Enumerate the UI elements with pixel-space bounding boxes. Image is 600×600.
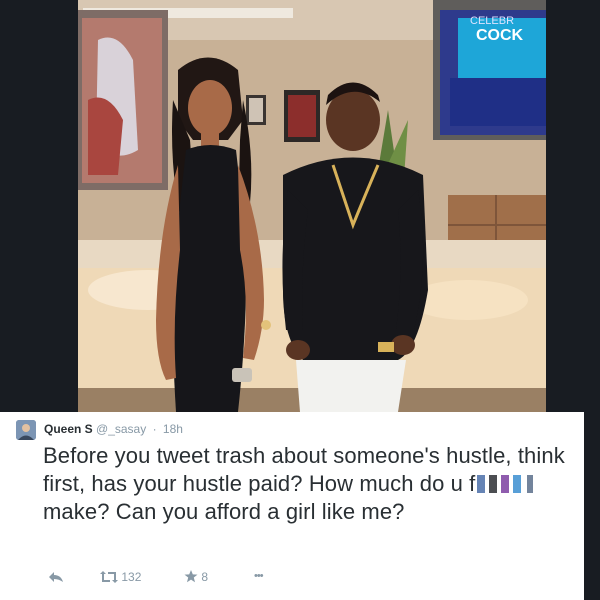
tweet-card: Queen S @_sasay · 18h Before you tweet t…: [0, 412, 584, 600]
reply-icon: [48, 570, 64, 584]
favorite-button[interactable]: 8: [184, 570, 208, 584]
more-button[interactable]: •••: [254, 570, 264, 582]
tweet-photo[interactable]: CELEBR COCK: [78, 0, 546, 412]
tv-text-line2: COCK: [476, 27, 524, 44]
user-handle[interactable]: @_sasay: [96, 422, 146, 436]
header-separator: ·: [152, 422, 157, 436]
tweet-time[interactable]: 18h: [163, 422, 183, 436]
reply-button[interactable]: [48, 570, 64, 584]
display-name[interactable]: Queen S: [44, 422, 93, 436]
tv-text-line1: CELEBR: [470, 15, 514, 27]
censor-blur: [477, 475, 534, 493]
retweet-icon: [100, 570, 121, 584]
favorite-count: 8: [201, 570, 209, 584]
avatar-image: [16, 420, 36, 440]
retweet-count: 132: [121, 570, 142, 584]
tweet-text-part2: make? Can you afford a girl like me?: [43, 499, 405, 524]
photo-scene: CELEBR COCK: [78, 0, 546, 412]
more-icon: •••: [254, 570, 264, 582]
tweet-text: Before you tweet trash about someone's h…: [43, 442, 573, 526]
favorite-icon: [184, 570, 201, 584]
avatar[interactable]: [16, 420, 36, 440]
right-border: [584, 412, 600, 600]
retweet-button[interactable]: 132: [100, 570, 141, 584]
tweet-header: Queen S @_sasay · 18h: [44, 422, 183, 436]
